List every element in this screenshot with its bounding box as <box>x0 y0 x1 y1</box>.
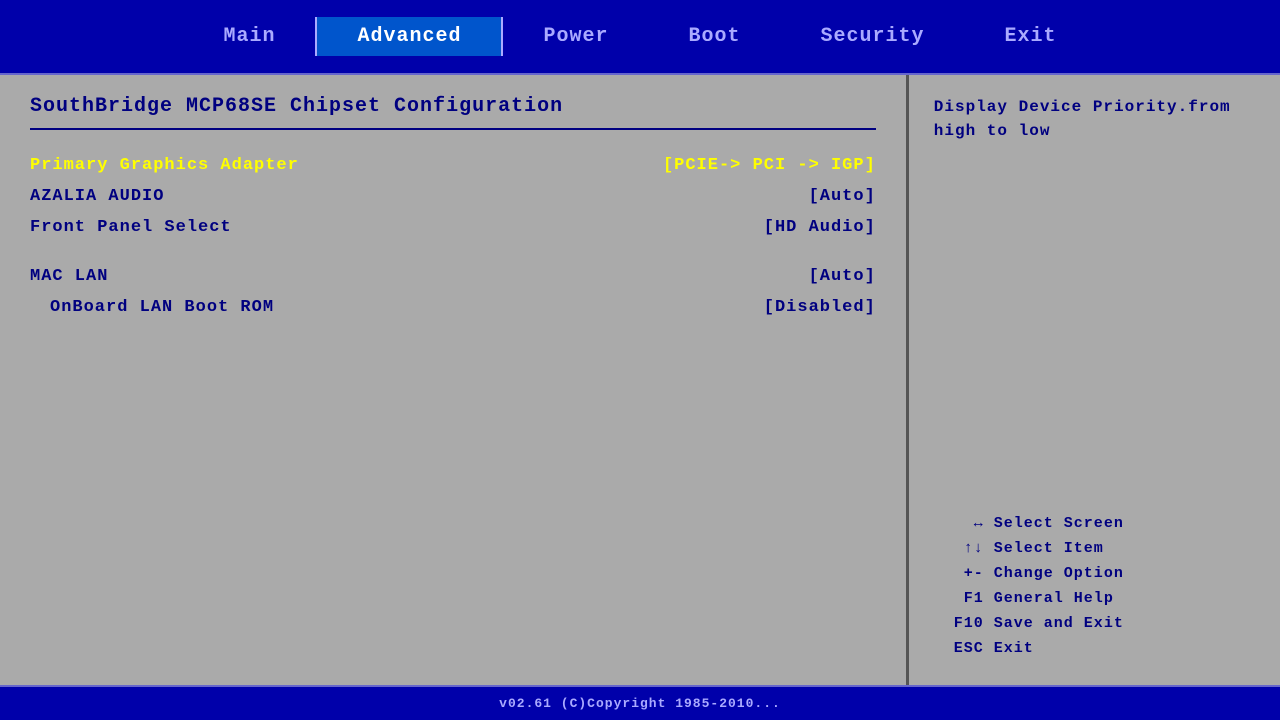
key-symbol-f1: F1 <box>934 590 984 607</box>
help-key-select-item: ↑↓ Select Item <box>934 540 1255 557</box>
panel-title: SouthBridge MCP68SE Chipset Configuratio… <box>30 95 876 118</box>
settings-table: Primary Graphics Adapter [PCIE-> PCI -> … <box>30 150 876 323</box>
setting-value-front-panel: [HD Audio] <box>764 218 876 237</box>
key-symbol-esc: ESC <box>934 640 984 657</box>
setting-row-front-panel[interactable]: Front Panel Select [HD Audio] <box>30 212 876 243</box>
key-symbol-arrows-lr: ↔ <box>934 515 984 532</box>
key-action-change-option: Change Option <box>994 565 1124 582</box>
key-action-save-exit: Save and Exit <box>994 615 1124 632</box>
content-panel: SouthBridge MCP68SE Chipset Configuratio… <box>0 75 909 685</box>
help-key-change-option: +- Change Option <box>934 565 1255 582</box>
help-key-general-help: F1 General Help <box>934 590 1255 607</box>
key-action-general-help: General Help <box>994 590 1114 607</box>
divider <box>30 128 876 130</box>
setting-label-primary-graphics: Primary Graphics Adapter <box>30 156 299 175</box>
bottom-text: v02.61 (C)Copyright 1985-2010... <box>499 696 781 711</box>
key-action-exit: Exit <box>994 640 1034 657</box>
key-action-select-item: Select Item <box>994 540 1104 557</box>
tab-main[interactable]: Main <box>183 17 315 56</box>
tab-boot[interactable]: Boot <box>649 17 781 56</box>
setting-label-azalia: AZALIA AUDIO <box>30 187 164 206</box>
bottom-bar: v02.61 (C)Copyright 1985-2010... <box>0 685 1280 720</box>
help-panel: Display Device Priority.from high to low… <box>909 75 1280 685</box>
setting-value-onboard-lan: [Disabled] <box>764 298 876 317</box>
key-symbol-f10: F10 <box>934 615 984 632</box>
help-key-select-screen: ↔ Select Screen <box>934 515 1255 532</box>
help-key-save-exit: F10 Save and Exit <box>934 615 1255 632</box>
key-symbol-arrows-ud: ↑↓ <box>934 540 984 557</box>
help-description: Display Device Priority.from high to low <box>934 95 1255 495</box>
tab-advanced[interactable]: Advanced <box>315 17 503 56</box>
help-keys: ↔ Select Screen ↑↓ Select Item +- Change… <box>934 515 1255 665</box>
setting-label-onboard-lan: OnBoard LAN Boot ROM <box>30 298 274 317</box>
setting-row-primary-graphics[interactable]: Primary Graphics Adapter [PCIE-> PCI -> … <box>30 150 876 181</box>
menu-tabs: Main Advanced Power Boot Security Exit <box>183 17 1096 56</box>
key-symbol-plus-minus: +- <box>934 565 984 582</box>
setting-label-front-panel: Front Panel Select <box>30 218 232 237</box>
setting-row-mac-lan[interactable]: MAC LAN [Auto] <box>30 261 876 292</box>
tab-security[interactable]: Security <box>781 17 965 56</box>
setting-value-mac-lan: [Auto] <box>809 267 876 286</box>
tab-exit[interactable]: Exit <box>965 17 1097 56</box>
setting-value-azalia: [Auto] <box>809 187 876 206</box>
menu-bar: Main Advanced Power Boot Security Exit <box>0 0 1280 75</box>
help-key-exit: ESC Exit <box>934 640 1255 657</box>
main-area: SouthBridge MCP68SE Chipset Configuratio… <box>0 75 1280 685</box>
setting-row-azalia[interactable]: AZALIA AUDIO [Auto] <box>30 181 876 212</box>
key-action-select-screen: Select Screen <box>994 515 1124 532</box>
tab-power[interactable]: Power <box>503 17 648 56</box>
setting-label-mac-lan: MAC LAN <box>30 267 108 286</box>
setting-value-primary-graphics: [PCIE-> PCI -> IGP] <box>663 156 876 175</box>
setting-row-onboard-lan[interactable]: OnBoard LAN Boot ROM [Disabled] <box>30 292 876 323</box>
section-gap <box>30 243 876 261</box>
